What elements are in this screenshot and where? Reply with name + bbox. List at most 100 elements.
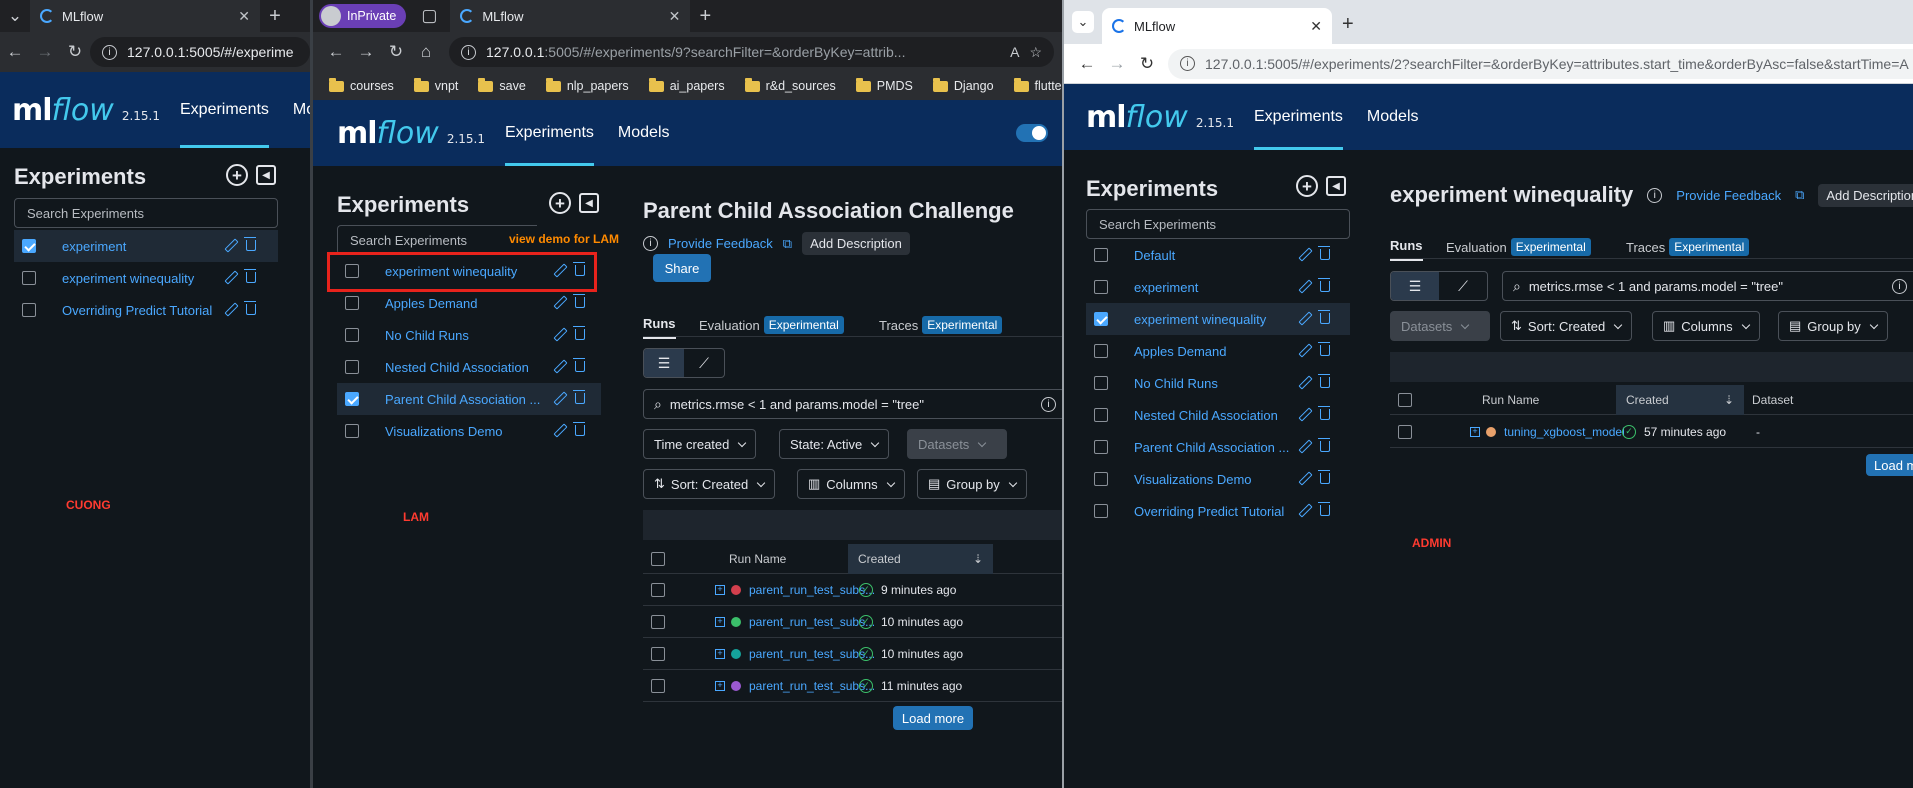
rename-icon[interactable] <box>224 239 236 254</box>
experiment-item[interactable]: Parent Child Association ... <box>337 383 601 415</box>
bookmark-folder[interactable]: r&d_sources <box>737 77 844 93</box>
share-button[interactable]: Share <box>653 254 711 282</box>
table-view-icon[interactable]: ☰ <box>644 349 684 377</box>
close-tab-icon[interactable]: ✕ <box>1310 18 1322 35</box>
table-row[interactable]: + tuning_xgboost_model ✓ 57 minutes ago - <box>1390 416 1913 448</box>
filter-help-icon[interactable]: i <box>1041 396 1056 412</box>
inprivate-badge[interactable]: InPrivate <box>319 4 407 28</box>
sort-dropdown[interactable]: ⇅ Sort: Created <box>643 469 776 499</box>
state-dropdown[interactable]: State: Active <box>779 429 890 459</box>
experiment-name[interactable]: Apples Demand <box>385 296 478 311</box>
url-field[interactable]: i 127.0.0.1:5005/#/experime <box>90 37 310 67</box>
experiment-name[interactable]: No Child Runs <box>1134 376 1218 391</box>
rename-icon[interactable] <box>553 296 565 311</box>
experiment-name[interactable]: experiment <box>62 239 126 254</box>
mlflow-logo[interactable]: ml flow 2.15.1 <box>12 93 160 128</box>
delete-icon[interactable] <box>1318 501 1330 519</box>
bookmark-folder[interactable]: nlp_papers <box>538 77 637 93</box>
rename-icon[interactable] <box>1298 440 1310 455</box>
run-name-link[interactable]: parent_run_test_subs... <box>749 583 875 597</box>
experiment-name[interactable]: Nested Child Association <box>385 360 529 375</box>
site-info-icon[interactable]: i <box>461 44 476 60</box>
rename-icon[interactable] <box>1298 312 1310 327</box>
close-tab-icon[interactable]: ✕ <box>238 8 250 25</box>
add-description-button[interactable]: Add Description <box>802 232 910 255</box>
tab-actions-icon[interactable]: ▢ <box>414 6 444 26</box>
rename-icon[interactable] <box>1298 504 1310 519</box>
delete-icon[interactable] <box>573 421 585 439</box>
delete-icon[interactable] <box>244 300 256 318</box>
bookmark-folder[interactable]: ai_papers <box>641 77 733 93</box>
experiment-checkbox[interactable] <box>1094 504 1108 518</box>
load-more-button[interactable]: Load more <box>893 706 973 730</box>
select-all-checkbox[interactable] <box>651 551 665 566</box>
tab-evaluation[interactable]: Evaluation Experimental <box>699 316 844 334</box>
delete-icon[interactable] <box>573 293 585 311</box>
chart-view-icon[interactable]: ⟋ <box>684 349 724 377</box>
experiment-name[interactable]: Apples Demand <box>1134 344 1227 359</box>
home-icon[interactable]: ⌂ <box>411 42 441 62</box>
delete-icon[interactable] <box>1318 373 1330 391</box>
experiment-name[interactable]: Overriding Predict Tutorial <box>1134 504 1284 519</box>
new-tab-icon[interactable]: + <box>1342 13 1354 36</box>
run-name-link[interactable]: parent_run_test_subs... <box>749 647 875 661</box>
expand-row-icon[interactable]: + <box>715 680 725 691</box>
time-created-dropdown[interactable]: Time created <box>643 429 757 459</box>
experiment-name[interactable]: Parent Child Association ... <box>1134 440 1289 455</box>
experiment-info-icon[interactable]: i <box>1647 187 1663 203</box>
run-filter-input[interactable]: ⌕ metrics.rmse < 1 and params.model = "t… <box>1502 271 1913 301</box>
expand-row-icon[interactable]: + <box>1470 426 1480 437</box>
delete-icon[interactable] <box>1318 469 1330 487</box>
nav-experiments[interactable]: Experiments <box>505 100 594 166</box>
experiment-item[interactable]: Nested Child Association <box>1086 399 1350 431</box>
experiment-item[interactable]: Visualizations Demo <box>337 415 601 447</box>
experiment-name[interactable]: Visualizations Demo <box>385 424 503 439</box>
sort-desc-icon[interactable]: ⇣ <box>973 552 983 566</box>
table-row[interactable]: + parent_run_test_subs... ✓ 10 minutes ago <box>643 638 1062 670</box>
delete-icon[interactable] <box>573 325 585 343</box>
experiment-checkbox[interactable] <box>1094 408 1108 422</box>
col-created[interactable]: Created ⇣ <box>1616 385 1744 415</box>
columns-dropdown[interactable]: ▥ Columns <box>1652 311 1760 341</box>
tab-runs[interactable]: Runs <box>1390 238 1423 261</box>
experiment-item[interactable]: Overriding Predict Tutorial <box>14 294 278 326</box>
experiment-item[interactable]: No Child Runs <box>337 319 601 351</box>
experiment-checkbox[interactable] <box>22 271 36 285</box>
experiment-name[interactable]: Nested Child Association <box>1134 408 1278 423</box>
sort-desc-icon[interactable]: ⇣ <box>1724 393 1734 407</box>
experiment-item[interactable]: Visualizations Demo <box>1086 463 1350 495</box>
experiment-checkbox[interactable] <box>345 360 359 374</box>
rename-icon[interactable] <box>1298 376 1310 391</box>
url-field[interactable]: i 127.0.0.1:5005/#/experiments/2?searchF… <box>1168 48 1913 79</box>
columns-dropdown[interactable]: ▥ Columns <box>797 469 905 499</box>
experiment-checkbox[interactable] <box>1094 376 1108 390</box>
row-checkbox[interactable] <box>651 614 665 629</box>
rename-icon[interactable] <box>553 328 565 343</box>
experiment-checkbox[interactable] <box>22 239 36 253</box>
search-experiments-input[interactable]: Search Experiments <box>14 198 278 228</box>
back-icon[interactable]: ← <box>321 42 351 62</box>
nav-models[interactable]: Mo <box>293 72 310 148</box>
experiment-checkbox[interactable] <box>345 296 359 310</box>
bookmark-folder[interactable]: Django <box>925 77 1002 93</box>
table-row[interactable]: + parent_run_test_subs... ✓ 10 minutes ago <box>643 606 1062 638</box>
rename-icon[interactable] <box>1298 344 1310 359</box>
experiment-name[interactable]: Default <box>1134 248 1175 263</box>
back-icon[interactable]: ← <box>1072 54 1102 74</box>
group-by-dropdown[interactable]: ▤ Group by <box>1778 311 1888 341</box>
datasets-dropdown[interactable]: Datasets <box>907 429 1007 459</box>
add-description-button[interactable]: Add Description <box>1818 183 1913 207</box>
forward-icon[interactable]: → <box>30 42 60 62</box>
rename-icon[interactable] <box>1298 280 1310 295</box>
experiment-checkbox[interactable] <box>1094 312 1108 326</box>
sort-dropdown[interactable]: ⇅ Sort: Created <box>1500 311 1633 341</box>
provide-feedback-link[interactable]: Provide Feedback <box>668 236 773 251</box>
tab-mlflow[interactable]: MLflow ✕ <box>30 0 260 32</box>
experiment-name[interactable]: experiment winequality <box>1134 312 1266 327</box>
col-run-name[interactable]: Run Name <box>729 552 786 566</box>
delete-icon[interactable] <box>1318 437 1330 455</box>
experiment-item[interactable]: Apples Demand <box>1086 335 1350 367</box>
experiment-checkbox[interactable] <box>1094 280 1108 294</box>
nav-models[interactable]: Models <box>1367 84 1419 150</box>
group-by-dropdown[interactable]: ▤ Group by <box>917 469 1027 499</box>
